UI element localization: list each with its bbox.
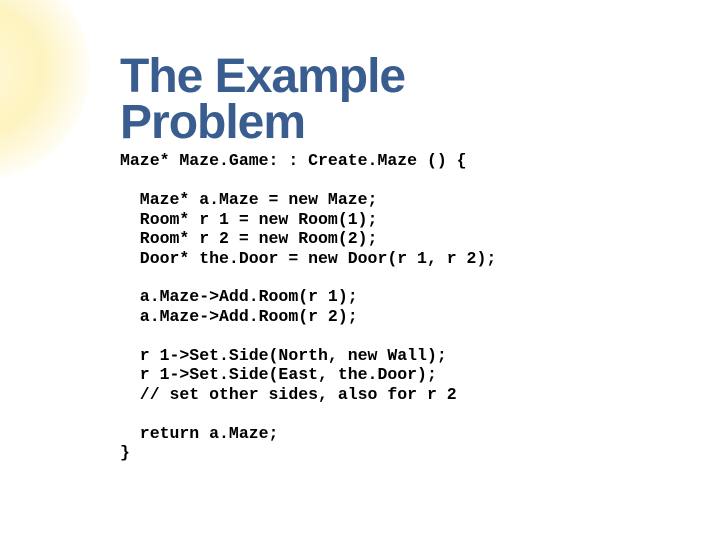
code-line: } [120,443,130,462]
slide-title: The Example Problem [120,54,680,145]
code-line: a.Maze->Add.Room(r 1); [120,287,358,306]
code-line: Room* r 1 = new Room(1); [120,210,377,229]
code-line: Maze* a.Maze = new Maze; [120,190,377,209]
code-line: a.Maze->Add.Room(r 2); [120,307,358,326]
code-line: r 1->Set.Side(East, the.Door); [120,365,437,384]
code-line: Maze* Maze.Game: : Create.Maze () { [120,151,467,170]
code-line: return a.Maze; [120,424,278,443]
code-line: r 1->Set.Side(North, new Wall); [120,346,447,365]
title-line-2: Problem [120,96,305,149]
background-glow [0,0,90,180]
code-line: // set other sides, also for r 2 [120,385,457,404]
slide-content: The Example Problem Maze* Maze.Game: : C… [120,54,680,463]
code-line: Room* r 2 = new Room(2); [120,229,377,248]
code-line: Door* the.Door = new Door(r 1, r 2); [120,249,496,268]
code-block: Maze* Maze.Game: : Create.Maze () { Maze… [120,151,680,463]
